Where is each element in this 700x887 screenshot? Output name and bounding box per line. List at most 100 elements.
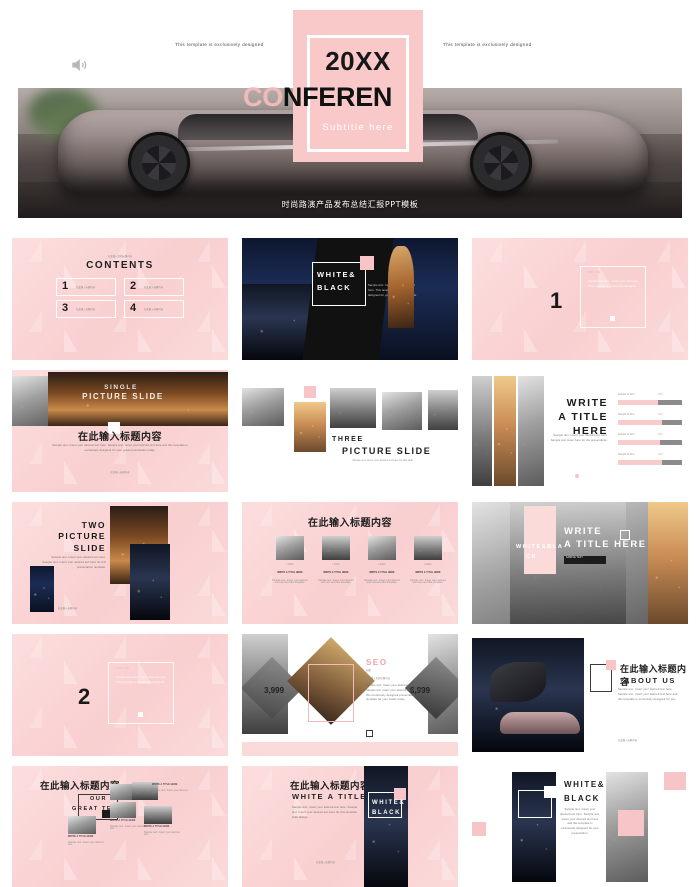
hero-banner: This template is exclusively designed Th…: [0, 0, 700, 232]
slide-thumb-white-a-title[interactable]: 在此输入标题内容 WHITE A TITLE HERE Sample text.…: [242, 766, 458, 887]
slide-thumb-section-1[interactable]: 1 PART ONE Sample text here. Insert your…: [472, 238, 688, 360]
presentation-preview-page: This template is exclusively designed Th…: [0, 0, 700, 887]
about-subtitle: ABOUT US: [624, 676, 676, 685]
contents-title: CONTENTS: [86, 260, 154, 271]
team-badge-1: OUR: [90, 796, 108, 802]
bar-label-3: Sample of Text: [618, 434, 635, 436]
hero-note-left: This template is exclusively designed: [175, 42, 264, 47]
sps-overlay-2: PICTURE SLIDE: [82, 392, 164, 401]
bar-value-4: 60%: [658, 454, 663, 456]
team-heading-4: WRITE A TITLE HERE: [68, 836, 94, 838]
contents-label-2: 在此输入标题内容: [144, 287, 164, 289]
speaker-icon[interactable]: [66, 52, 92, 78]
slide-thumb-write-title-bars[interactable]: WRITE A TITLE HERE Sample text. Insert y…: [472, 370, 688, 492]
fpg-tag-1: LOGO: [286, 564, 294, 566]
hero-subtitle: Subtitle here: [322, 122, 394, 133]
wat-photo-2: BLACK: [372, 810, 401, 816]
section-1-body: Sample text here. Insert your own text. …: [588, 280, 639, 288]
slide-thumb-seo-pricing[interactable]: 3,999 6,999 SEO 标题 在此输入您的标题内容 Sample tex…: [242, 634, 458, 756]
contents-num-2: 2: [130, 280, 137, 292]
contents-label-1: 在此输入标题内容: [76, 287, 96, 289]
slide-thumbnail-grid: 在此输入您的标题内容 CONTENTS 1 在此输入标题内容 2 在此输入标题内…: [0, 238, 700, 887]
wtc-tag: SAMPLE TEXT: [566, 557, 583, 559]
bar-value-2: 80%: [658, 414, 663, 416]
slide-thumb-single-picture[interactable]: SINGLE PICTURE SLIDE 在此输入标题内容 Sample tex…: [12, 370, 228, 492]
seo-price-left: 3,999: [264, 686, 285, 695]
tps-title-1: THREE: [332, 436, 364, 443]
team-body-1: Sample text. Insert your desired text.: [152, 790, 188, 794]
team-title: 在此输入标题内容: [40, 781, 121, 792]
wtb-title: WRITE A TITLE HERE: [558, 397, 608, 438]
wb-title-1: WHITE&: [317, 270, 357, 279]
about-footer: 在此输入标题内容: [618, 740, 638, 742]
slide-thumb-white-black-night[interactable]: WHITE& BLACK Sample text. Insert your de…: [242, 238, 458, 360]
team-heading-1: WRITE A TITLE HERE: [152, 784, 178, 786]
wbc-title-2: BLACK: [564, 794, 600, 803]
fpg-heading-1: WRITE A TITLE HERE: [277, 572, 303, 574]
slide-thumb-section-2[interactable]: 2 PART TWO Sample text here. Insert your…: [12, 634, 228, 756]
wbc-body: Sample text. Insert your desired text he…: [560, 808, 600, 835]
twops-footer: 在此输入标题内容: [58, 608, 78, 610]
sps-overlay-1: SINGLE: [104, 384, 138, 391]
hero-title: CONFEREN: [243, 84, 483, 111]
hero-title-ghost: CO: [243, 82, 283, 112]
bar-label-1: Sample of Text: [618, 394, 635, 396]
section-2-body: Sample text here. Insert your own text. …: [116, 676, 167, 684]
hero-title-main: NFEREN: [282, 82, 393, 112]
fpg-title: 在此输入标题内容: [308, 518, 392, 529]
fpg-tag-3: LOGO: [378, 564, 386, 566]
slide-thumb-four-picture-grid[interactable]: 在此输入标题内容 LOGO WRITE A TITLE HERE Sample …: [242, 502, 458, 624]
slide-thumb-three-picture[interactable]: THREE PICTURE SLIDE Sample text. Insert …: [242, 370, 458, 492]
slide-thumb-two-picture[interactable]: TWO PICTURE SLIDE Sample text. Insert yo…: [12, 502, 228, 624]
wat-body: Sample text. Insert your desired text he…: [292, 806, 358, 819]
section-2-label: PART TWO: [116, 668, 129, 670]
fpg-heading-3: WRITE A TITLE HERE: [369, 572, 395, 574]
bar-value-3: 70%: [658, 434, 663, 436]
section-1-number: 1: [550, 288, 563, 313]
hero-note-right: This template is exclusively designed: [443, 42, 532, 47]
sps-body: Sample text. Insert your desired text he…: [52, 444, 188, 452]
wat-title-cn: 在此输入标题内容: [290, 781, 371, 792]
team-body-2: Sample text. Insert your desired text.: [110, 826, 146, 830]
bar-value-1: 90%: [658, 394, 663, 396]
wtc-badge-1: WHITE&BLA: [516, 544, 564, 550]
team-body-4: Sample text. Insert your desired text.: [68, 842, 104, 846]
slide-thumb-our-great-team[interactable]: 在此输入标题内容 OUR GREAT TEAM WRITE A TITLE HE…: [12, 766, 228, 887]
seo-subtitle: 标题: [366, 670, 371, 672]
fpg-body-2: Sample text. Insert your desired text he…: [318, 580, 354, 584]
wat-photo-1: WHITE&: [372, 800, 406, 806]
fpg-body-3: Sample text. Insert your desired text he…: [364, 580, 400, 584]
slide-thumb-write-title-city[interactable]: WHITE&BLA CK WRITE A TITLE HERE SAMPLE T…: [472, 502, 688, 624]
section-2-number: 2: [78, 684, 91, 709]
slide-thumb-contents[interactable]: 在此输入您的标题内容 CONTENTS 1 在此输入标题内容 2 在此输入标题内…: [12, 238, 228, 360]
twops-title: TWO PICTURE SLIDE: [58, 520, 106, 553]
tps-body: Sample text. Insert your desired text he…: [352, 460, 414, 462]
wbc-title-1: WHITE&: [564, 780, 606, 789]
fpg-heading-4: WRITE A TITLE HERE: [415, 572, 441, 574]
fpg-tag-4: LOGO: [424, 564, 432, 566]
fpg-body-4: Sample text. Insert your desired text he…: [410, 580, 446, 584]
wtc-title: WRITE A TITLE HERE: [564, 526, 647, 550]
team-body-3: Sample text. Insert your desired text.: [144, 832, 180, 836]
contents-num-1: 1: [62, 280, 69, 292]
contents-label-3: 在此输入标题内容: [76, 309, 96, 311]
slide-thumb-about-us[interactable]: 在此输入标题内容 ABOUT US Sample text. Insert yo…: [472, 634, 688, 756]
section-1-label: PART ONE: [588, 272, 601, 274]
bar-label-2: Sample of Text: [618, 414, 635, 416]
seo-title: SEO: [366, 658, 388, 667]
about-body: Sample text. Insert your desired text he…: [618, 688, 678, 701]
team-heading-2: WRITE A TITLE HERE: [110, 820, 136, 822]
bar-label-4: Sample of Text: [618, 454, 635, 456]
contents-num-4: 4: [130, 302, 137, 314]
sps-footer: 在此输入标题内容: [110, 472, 130, 474]
fpg-heading-2: WRITE A TITLE HERE: [323, 572, 349, 574]
seo-body: Sample text. Insert your desired text he…: [366, 684, 424, 702]
seo-caption: 在此输入您的标题内容: [366, 678, 390, 680]
contents-label-4: 在此输入标题内容: [144, 309, 164, 311]
slide-thumb-white-black-column[interactable]: WHITE& BLACK Sample text. Insert your de…: [472, 766, 688, 887]
wat-footer: 在此输入标题内容: [316, 862, 336, 864]
wtc-badge-2: CK: [526, 554, 538, 560]
hero-year: 20XX: [325, 46, 391, 76]
tps-title-2: PICTURE SLIDE: [342, 446, 432, 456]
contents-eyebrow: 在此输入您的标题内容: [108, 256, 132, 258]
